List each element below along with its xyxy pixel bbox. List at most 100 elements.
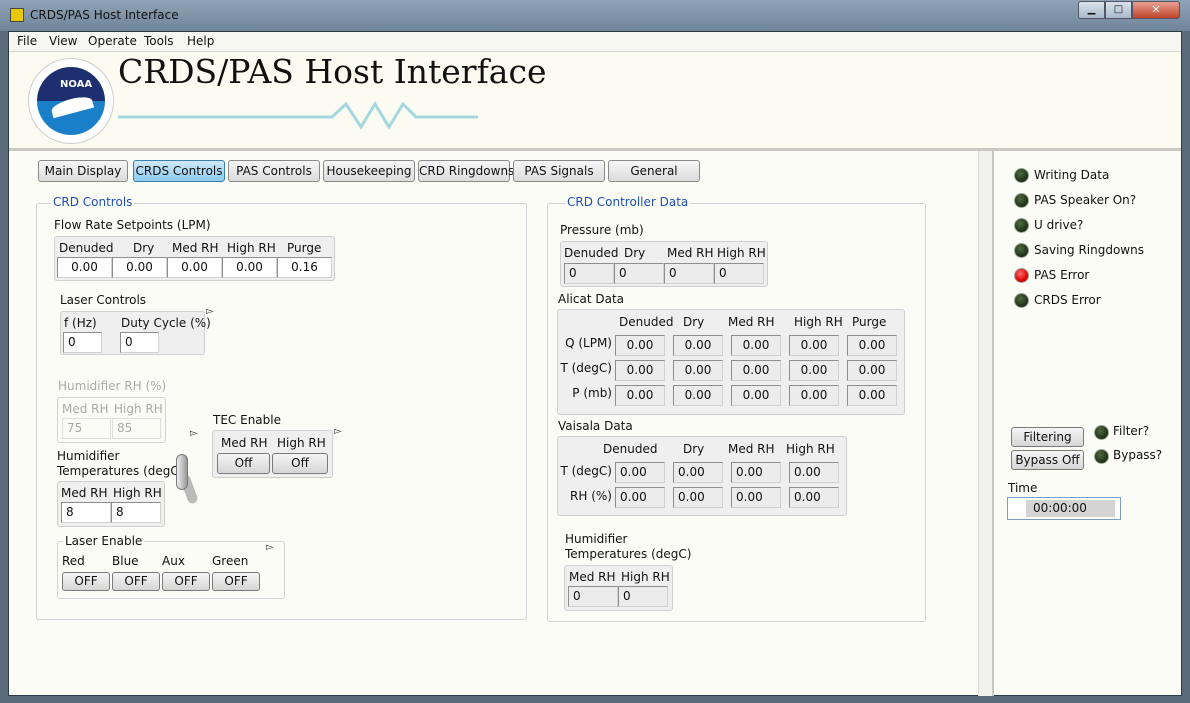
- alicat-value: 0.00: [731, 360, 781, 381]
- flow-header: High RH: [227, 241, 276, 255]
- vertical-scrollbar[interactable]: [978, 151, 992, 696]
- flow-setpoint-input[interactable]: 0.00: [112, 257, 167, 278]
- flow-setpoint-input[interactable]: 0.00: [222, 257, 277, 278]
- vaisala-label: Vaisala Data: [558, 419, 633, 433]
- laser-duty-label: Duty Cycle (%): [121, 316, 211, 330]
- toggle-switch[interactable]: [174, 452, 202, 508]
- alicat-header: Purge: [852, 315, 887, 329]
- pressure-label: Pressure (mb): [560, 223, 644, 237]
- status-indicator-label: PAS Speaker On?: [1034, 193, 1137, 207]
- status-led-icon: [1014, 193, 1029, 208]
- laser-blue-button[interactable]: OFF: [112, 572, 160, 591]
- minimize-button[interactable]: ▁: [1078, 1, 1105, 19]
- laser-enable-header: Green: [212, 554, 249, 568]
- status-led-icon: [1014, 268, 1029, 283]
- pressure-header: Denuded: [564, 246, 619, 260]
- maximize-button[interactable]: □: [1105, 1, 1132, 19]
- labview-app-icon: [10, 8, 24, 22]
- flow-header: Med RH: [172, 241, 219, 255]
- alicat-header: Med RH: [728, 315, 775, 329]
- humidifier-temp-med-input[interactable]: 8: [61, 502, 111, 523]
- filter-led-icon: [1094, 425, 1109, 440]
- arrow-icon: ▻: [190, 428, 198, 439]
- flow-setpoints-label: Flow Rate Setpoints (LPM): [54, 218, 211, 232]
- filtering-button[interactable]: Filtering: [1011, 427, 1084, 447]
- humidifier-temp-readout-header: High RH: [621, 570, 670, 584]
- laser-green-button[interactable]: OFF: [212, 572, 260, 591]
- flow-header: Denuded: [59, 241, 114, 255]
- status-indicator-label: PAS Error: [1034, 268, 1090, 282]
- humidifier-temp-header: High RH: [113, 486, 162, 500]
- pressure-header: Med RH: [667, 246, 714, 260]
- tec-header: High RH: [277, 436, 326, 450]
- tab-general[interactable]: General: [608, 160, 700, 182]
- humidifier-temp-high-input[interactable]: 8: [111, 502, 161, 523]
- vaisala-value: 0.00: [673, 487, 723, 508]
- menu-help[interactable]: Help: [187, 34, 214, 48]
- header-divider: [9, 148, 1181, 151]
- pressure-header: High RH: [717, 246, 766, 260]
- laser-freq-input[interactable]: 0: [63, 332, 102, 353]
- page-title: CRDS/PAS Host Interface: [118, 52, 547, 91]
- tab-crd-ringdowns[interactable]: CRD Ringdowns: [418, 160, 514, 182]
- crd-controller-data-title: CRD Controller Data: [565, 195, 691, 209]
- panel-divider: [992, 151, 994, 696]
- tab-crds-controls[interactable]: CRDS Controls: [133, 160, 225, 182]
- status-indicator-label: Saving Ringdowns: [1034, 243, 1144, 257]
- flow-setpoint-input[interactable]: 0.00: [57, 257, 112, 278]
- arrow-icon: ▻: [206, 306, 214, 317]
- alicat-row-label: T (degC): [560, 361, 612, 375]
- menu-view[interactable]: View: [49, 34, 77, 48]
- tab-housekeeping[interactable]: Housekeeping: [323, 160, 415, 182]
- vaisala-value: 0.00: [615, 487, 665, 508]
- pressure-value: 0: [664, 263, 714, 284]
- laser-aux-button[interactable]: OFF: [162, 572, 210, 591]
- tab-pas-controls[interactable]: PAS Controls: [228, 160, 320, 182]
- filter-label: Filter?: [1113, 424, 1150, 438]
- toggle-lever: [176, 454, 188, 490]
- flow-setpoint-input[interactable]: 0.16: [277, 257, 332, 278]
- alicat-header: Dry: [683, 315, 705, 329]
- laser-enable-header: Blue: [112, 554, 139, 568]
- humidifier-temp-readout-label: Humidifier: [565, 532, 628, 546]
- close-button[interactable]: ✕: [1132, 1, 1180, 19]
- tec-high-rh-button[interactable]: Off: [272, 453, 328, 474]
- laser-enable-header: Aux: [162, 554, 185, 568]
- noaa-logo: NOAA: [28, 58, 114, 144]
- alicat-value: 0.00: [847, 360, 897, 381]
- menu-tools[interactable]: Tools: [144, 34, 174, 48]
- laser-controls-label: Laser Controls: [60, 293, 147, 307]
- laser-enable-header: Red: [62, 554, 85, 568]
- tec-med-rh-button[interactable]: Off: [217, 453, 270, 474]
- humidifier-rh-header: High RH: [114, 402, 163, 416]
- vaisala-header: High RH: [786, 442, 835, 456]
- vaisala-row-label: RH (%): [570, 489, 612, 503]
- laser-red-button[interactable]: OFF: [62, 572, 110, 591]
- alicat-label: Alicat Data: [558, 292, 624, 306]
- humidifier-temp-header: Med RH: [61, 486, 108, 500]
- laser-duty-input[interactable]: 0: [120, 332, 159, 353]
- flow-header: Dry: [133, 241, 155, 255]
- alicat-value: 0.00: [615, 385, 665, 406]
- alicat-value: 0.00: [673, 385, 723, 406]
- vaisala-value: 0.00: [615, 462, 665, 483]
- alicat-value: 0.00: [615, 335, 665, 356]
- flow-setpoint-input[interactable]: 0.00: [167, 257, 222, 278]
- humidifier-temp-readout-value: 0: [568, 586, 618, 607]
- alicat-value: 0.00: [673, 360, 723, 381]
- menu-operate[interactable]: Operate: [88, 34, 137, 48]
- vaisala-header: Dry: [683, 442, 705, 456]
- humidifier-temp-readout-header: Med RH: [569, 570, 616, 584]
- laser-enable-label: Laser Enable: [63, 534, 145, 548]
- bypass-button[interactable]: Bypass Off: [1011, 450, 1084, 470]
- menu-bar: [9, 32, 1181, 52]
- vaisala-value: 0.00: [789, 487, 839, 508]
- alicat-value: 0.00: [731, 335, 781, 356]
- vaisala-header: Med RH: [728, 442, 775, 456]
- status-led-icon: [1014, 218, 1029, 233]
- tab-main-display[interactable]: Main Display: [38, 160, 128, 182]
- alicat-header: Denuded: [619, 315, 674, 329]
- tab-pas-signals[interactable]: PAS Signals: [513, 160, 605, 182]
- humidifier-temp-label: Humidifier: [57, 449, 120, 463]
- menu-file[interactable]: File: [17, 34, 37, 48]
